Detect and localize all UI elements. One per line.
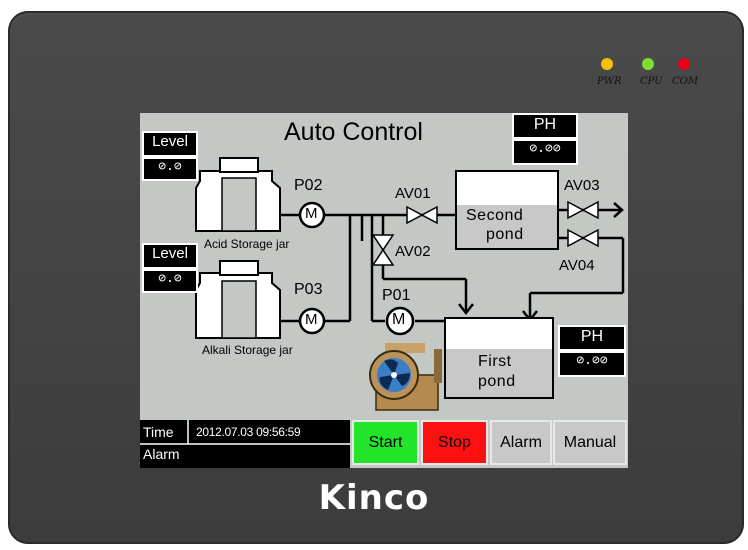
first-pond-label-line2: pond [478,373,516,390]
first-pond-label-line1: First [478,353,512,370]
manual-button[interactable]: Manual [553,420,627,465]
pump-p02-symbol: M [305,205,318,222]
alarm-button[interactable]: Alarm [490,420,552,465]
pump-p02-label: P02 [294,177,323,194]
alkali-level-value: ⊘.⊘ [142,269,198,293]
cpu-led-label: CPU [640,76,663,87]
acid-level-label: Level [142,131,198,157]
brand-logo-text: Kinco [318,478,430,518]
alkali-jar-label: Alkali Storage jar [202,343,293,357]
valve-av03-label: AV03 [564,177,600,194]
pwr-led-label: PWR [597,76,622,87]
time-label: Time [143,424,174,440]
pwr-led-icon [601,58,613,70]
valve-av04-label: AV04 [559,257,595,274]
valve-av02-label: AV02 [395,243,431,260]
valve-av02-icon [371,234,395,266]
pump-p01-label: P01 [382,287,411,304]
hmi-screen: Auto Control Level ⊘.⊘ Level ⊘.⊘ PH ⊘.⊘⊘… [140,113,628,468]
second-pond-label-line2: pond [486,226,524,243]
ph-second-pond-label: PH [512,113,578,139]
valve-av01-icon [406,205,438,225]
valve-av03-icon [567,200,599,220]
screen-title: Auto Control [284,118,423,146]
valve-av01-label: AV01 [395,185,431,202]
time-value: 2012.07.03 09:56:59 [196,425,301,439]
pump-p03-label: P03 [294,281,323,298]
pump-p03-symbol: M [305,311,318,328]
alkali-storage-jar-icon [195,260,281,339]
alkali-level-label: Level [142,243,198,269]
acid-level-value: ⊘.⊘ [142,157,198,181]
ph-second-pond-value: ⊘.⊘⊘ [512,139,578,165]
stop-button[interactable]: Stop [421,420,488,465]
start-button[interactable]: Start [352,420,419,465]
com-led-icon [678,58,690,70]
pump-p01-symbol: M [392,311,406,328]
valve-av04-icon [567,228,599,248]
acid-storage-jar-icon [195,157,281,232]
com-led-label: COM [672,76,699,87]
cpu-led-icon [642,58,654,70]
second-pond-label-line1: Second [466,207,524,224]
acid-jar-label: Acid Storage jar [204,237,290,251]
alarm-label: Alarm [143,446,180,462]
ph-first-pond-label: PH [558,325,626,351]
ph-first-pond-value: ⊘.⊘⊘ [558,351,626,377]
fan-blower-icon [369,343,442,411]
